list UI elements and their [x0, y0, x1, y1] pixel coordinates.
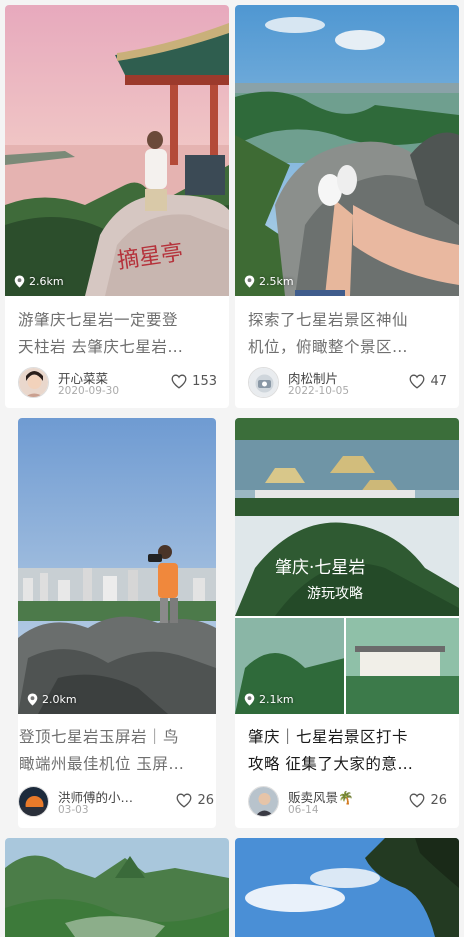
card-meta: 贩卖风景🌴 06-14 26 [248, 786, 447, 818]
card-title-line: 登顶七星岩玉屏岩｜鸟 [19, 728, 180, 746]
avatar[interactable] [248, 367, 279, 398]
card-title[interactable]: 游肇庆七星岩一定要登 天柱岩 去肇庆七星岩… [18, 307, 219, 361]
post-date: 2022-10-05 [288, 385, 350, 397]
card-title-line: 肇庆｜七星岩景区打卡 [248, 728, 409, 746]
distance-label: 2.5km [244, 275, 294, 288]
card-title-line: 攻略 征集了大家的意… [248, 755, 414, 773]
image-caption-line: 游玩攻略 [307, 586, 363, 602]
heart-icon [410, 374, 425, 389]
card-image[interactable]: 2.0km [18, 418, 216, 714]
like-button[interactable]: 47 [409, 374, 447, 389]
card-image[interactable]: 2.5km [235, 5, 459, 296]
avatar[interactable] [18, 367, 49, 398]
card-title-line: 游肇庆七星岩一定要登 [18, 311, 179, 329]
feed-card-3[interactable]: 2.0km 登顶七星岩玉屏岩｜鸟 瞰端州最佳机位 玉屏… 洪师傅的小… 03-0… [18, 418, 216, 828]
card-meta: 肉松制片 2022-10-05 47 [248, 367, 447, 399]
card-meta: 开心菜菜 2020-09-30 153 [18, 367, 217, 399]
card-title-line: 瞰端州最佳机位 玉屏… [19, 755, 185, 773]
feed-card-4[interactable]: 肇庆·七星岩 游玩攻略 2.1km 肇庆｜七星岩景区打卡 攻略 征集了大家的意…… [235, 418, 459, 828]
feed-card-6[interactable] [235, 838, 459, 937]
like-count: 47 [430, 374, 447, 389]
card-title-line: 机位，俯瞰整个景区… [248, 338, 409, 356]
card-title-line: 天柱岩 去肇庆七星岩… [18, 338, 184, 356]
location-pin-icon [244, 275, 255, 288]
card-meta: 洪师傅的小… 03-03 26 [18, 786, 214, 818]
like-button[interactable]: 153 [171, 374, 217, 389]
like-button[interactable]: 26 [409, 793, 447, 808]
avatar[interactable] [18, 786, 49, 817]
card-image[interactable]: 肇庆·七星岩 游玩攻略 2.1km [235, 418, 459, 714]
image-caption-line: 肇庆·七星岩 [275, 558, 365, 578]
like-count: 26 [197, 793, 214, 808]
distance-label: 2.1km [244, 693, 294, 706]
location-pin-icon [14, 275, 25, 288]
card-image[interactable]: 摘星亭 2.6km [5, 5, 229, 296]
avatar[interactable] [248, 786, 279, 817]
heart-icon [171, 374, 187, 389]
distance-label: 2.0km [27, 693, 77, 706]
like-count: 26 [430, 793, 447, 808]
feed-card-1[interactable]: 摘星亭 2.6km 游肇庆七星岩一定要登 天柱岩 去肇庆七星岩… 开心菜菜 20… [5, 5, 229, 408]
location-pin-icon [244, 693, 255, 706]
feed-card-2[interactable]: 2.5km 探索了七星岩景区神仙 机位，俯瞰整个景区… 肉松制片 2022-10… [235, 5, 459, 408]
feed-card-5[interactable] [5, 838, 229, 937]
like-count: 153 [192, 374, 217, 389]
heart-icon [177, 793, 192, 808]
card-image[interactable] [5, 838, 229, 937]
card-title[interactable]: 登顶七星岩玉屏岩｜鸟 瞰端州最佳机位 玉屏… [19, 724, 216, 778]
post-date: 2020-09-30 [58, 385, 120, 397]
card-title-line: 探索了七星岩景区神仙 [248, 311, 409, 329]
location-pin-icon [27, 693, 38, 706]
card-image[interactable] [235, 838, 459, 937]
distance-text: 2.5km [259, 275, 294, 288]
distance-text: 2.6km [29, 275, 64, 288]
like-button[interactable]: 26 [176, 793, 214, 808]
distance-text: 2.0km [42, 693, 77, 706]
distance-text: 2.1km [259, 693, 294, 706]
post-date: 06-14 [288, 804, 319, 816]
post-date: 03-03 [58, 804, 89, 816]
card-title[interactable]: 肇庆｜七星岩景区打卡 攻略 征集了大家的意… [248, 724, 449, 778]
distance-label: 2.6km [14, 275, 64, 288]
heart-icon [410, 793, 425, 808]
card-title[interactable]: 探索了七星岩景区神仙 机位，俯瞰整个景区… [248, 307, 449, 361]
